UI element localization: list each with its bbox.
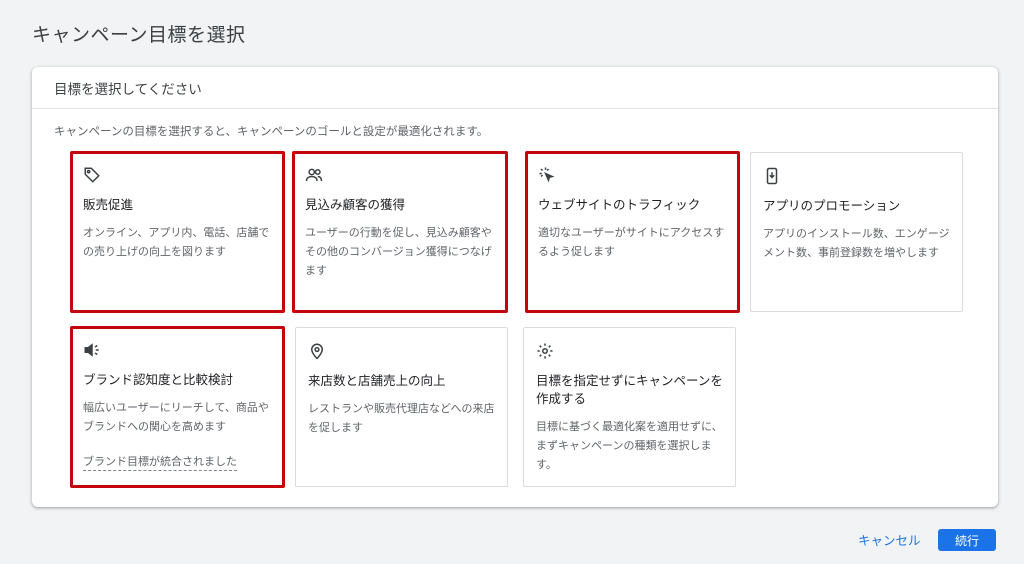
goal-title: 目標を指定せずにキャンペーンを作成する <box>536 373 723 406</box>
page-title: キャンペーン目標を選択 <box>32 24 246 46</box>
goal-card-leads[interactable]: 見込み顧客の獲得 ユーザーの行動を促し、見込み顧客やその他のコンバージョン獲得に… <box>292 151 508 313</box>
goal-description: レストランや販売代理店などへの来店を促します <box>308 402 495 434</box>
tag-icon <box>83 166 101 184</box>
brand-goals-merged-note[interactable]: ブランド目標が統合されました <box>83 453 237 471</box>
goal-card-sales[interactable]: 販売促進 オンライン、アプリ内、電話、店舗での売り上げの向上を図ります <box>70 151 285 313</box>
goal-description: ユーザーの行動を促し、見込み顧客やその他のコンバージョン獲得につなげます <box>305 226 492 277</box>
goal-title: 来店数と店舗売上の向上 <box>308 373 446 388</box>
megaphone-icon <box>83 341 101 359</box>
continue-button[interactable]: 続行 <box>938 529 996 551</box>
goal-selection-panel: 目標を選択してください キャンペーンの目標を選択すると、キャンペーンのゴールと設… <box>32 67 998 507</box>
location-pin-icon <box>308 342 326 360</box>
goal-description: オンライン、アプリ内、電話、店舗での売り上げの向上を図ります <box>83 226 270 258</box>
goal-description: 適切なユーザーがサイトにアクセスするよう促します <box>538 226 725 258</box>
gear-icon <box>536 342 554 360</box>
goal-title: アプリのプロモーション <box>763 198 901 213</box>
panel-description: キャンペーンの目標を選択すると、キャンペーンのゴールと設定が最適化されます。 <box>54 124 489 138</box>
goal-description: 目標に基づく最適化案を適用せずに、まずキャンペーンの種類を選択します。 <box>536 420 723 471</box>
goal-card-brand-awareness[interactable]: ブランド認知度と比較検討 幅広いユーザーにリーチして、商品やブランドへの関心を高… <box>70 326 285 488</box>
goal-title: ウェブサイトのトラフィック <box>538 197 701 212</box>
goal-description: アプリのインストール数、エンゲージメント数、事前登録数を増やします <box>763 227 950 259</box>
goal-description: 幅広いユーザーにリーチして、商品やブランドへの関心を高めます <box>83 401 269 433</box>
goal-card-website-traffic[interactable]: ウェブサイトのトラフィック 適切なユーザーがサイトにアクセスするよう促します <box>525 151 740 313</box>
goal-card-no-goal[interactable]: 目標を指定せずにキャンペーンを作成する 目標に基づく最適化案を適用せずに、まずキ… <box>523 327 736 487</box>
goal-title: 販売促進 <box>83 197 134 212</box>
cursor-click-icon <box>538 166 556 184</box>
goal-card-store-visits[interactable]: 来店数と店舗売上の向上 レストランや販売代理店などへの来店を促します <box>295 327 508 487</box>
panel-header: 目標を選択してください <box>32 67 998 109</box>
cancel-button[interactable]: キャンセル <box>858 530 921 549</box>
goal-card-app-promotion[interactable]: アプリのプロモーション アプリのインストール数、エンゲージメント数、事前登録数を… <box>750 152 963 312</box>
phone-download-icon <box>763 167 781 185</box>
people-icon <box>305 166 323 184</box>
goal-title: ブランド認知度と比較検討 <box>83 372 234 387</box>
goal-title: 見込み顧客の獲得 <box>305 197 406 212</box>
